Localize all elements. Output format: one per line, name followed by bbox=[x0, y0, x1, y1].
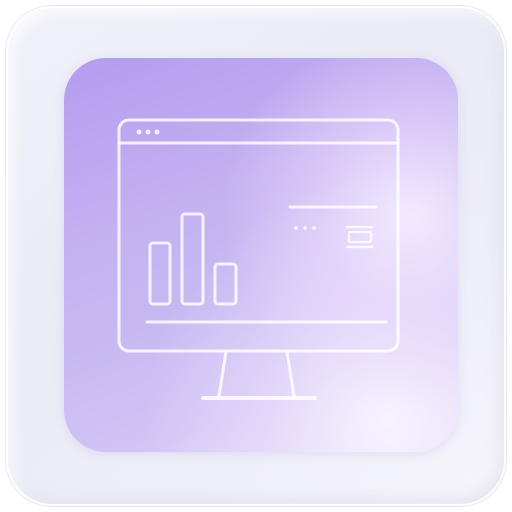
chart-bar-3 bbox=[213, 262, 238, 306]
info-dot-3 bbox=[312, 226, 316, 230]
window-dot-2 bbox=[145, 129, 151, 135]
monitor-analytics-icon bbox=[117, 118, 400, 400]
monitor-frame bbox=[117, 118, 400, 353]
info-dot-2 bbox=[303, 226, 307, 230]
monitor-stand bbox=[217, 350, 296, 398]
info-button bbox=[347, 230, 373, 244]
chart-bar-1 bbox=[148, 241, 172, 306]
window-dot-3 bbox=[154, 129, 160, 135]
app-icon bbox=[0, 0, 512, 512]
info-dot-1 bbox=[294, 226, 298, 230]
window-dot-1 bbox=[136, 129, 142, 135]
chart-bar-2 bbox=[180, 212, 205, 306]
